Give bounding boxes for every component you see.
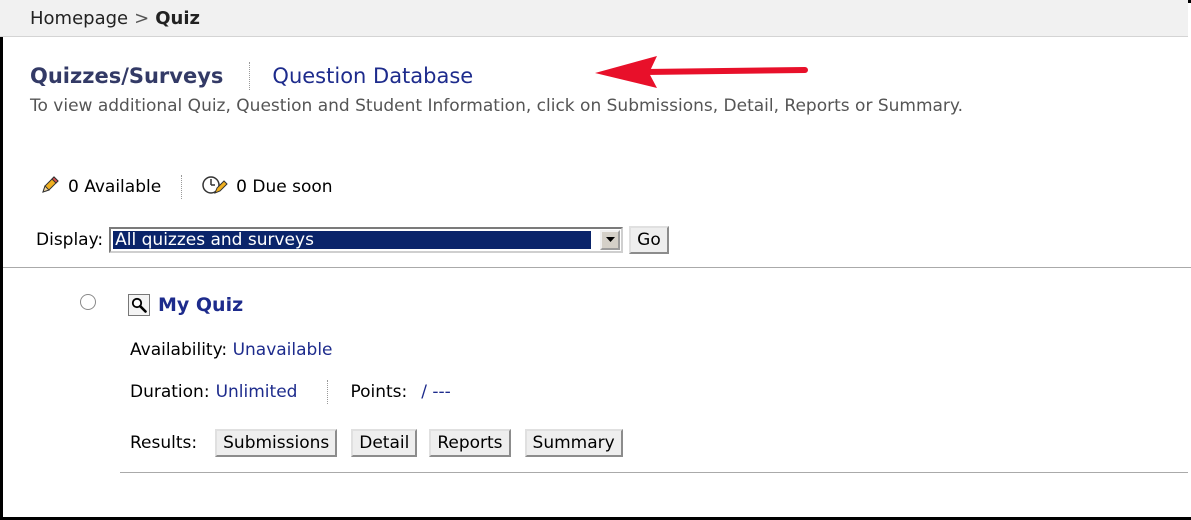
quiz-title-row: My Quiz [128,292,243,318]
display-select[interactable]: All quizzes and surveys [109,227,624,253]
availability-value[interactable]: Unavailable [233,340,333,360]
points-label: Points: [350,382,408,402]
duration-label: Duration: [130,382,210,402]
display-filter: Display: All quizzes and surveys Go [36,225,669,255]
availability-row: Availability: Unavailable [130,340,333,360]
quiz-select-radio[interactable] [80,294,96,310]
counts-divider [181,175,183,199]
tab-quizzes-surveys[interactable]: Quizzes/Surveys [30,64,223,88]
pencil-icon [40,175,60,200]
page-tabs: Quizzes/Surveys Question Database [30,60,473,92]
section-divider [3,267,1191,268]
annotation-arrow-icon [595,56,808,88]
reports-button[interactable]: Reports [429,429,511,457]
due-soon-count: 0 Due soon [236,177,333,197]
points-value[interactable]: / --- [421,382,451,402]
magnifier-icon[interactable] [128,294,150,316]
display-label: Display: [36,230,104,250]
quiz-divider [120,472,1188,473]
go-button[interactable]: Go [629,226,669,254]
display-select-value[interactable]: All quizzes and surveys [112,230,593,250]
results-row: Results: Submissions Detail Reports Summ… [130,428,637,458]
tab-question-database[interactable]: Question Database [272,64,473,88]
tab-divider [249,62,251,90]
submissions-button[interactable]: Submissions [215,429,338,457]
clock-pencil-icon [202,174,228,201]
status-counts: 0 Available 0 Due soon [40,174,333,200]
duration-value[interactable]: Unlimited [216,382,298,402]
breadcrumb-separator: > [134,8,150,29]
available-count: 0 Available [68,177,162,197]
availability-label: Availability: [130,340,228,360]
results-label: Results: [130,433,198,453]
breadcrumb: Homepage > Quiz [0,0,1188,37]
detail-button[interactable]: Detail [351,429,418,457]
summary-button[interactable]: Summary [524,429,623,457]
info-divider [327,380,329,404]
quiz-title-link[interactable]: My Quiz [158,294,243,316]
instructions-text: To view additional Quiz, Question and St… [30,96,963,116]
dropdown-arrow-icon[interactable] [600,230,621,250]
breadcrumb-home[interactable]: Homepage [30,8,128,29]
duration-points-row: Duration: Unlimited Points: / --- [130,380,451,404]
breadcrumb-current: Quiz [155,8,200,29]
